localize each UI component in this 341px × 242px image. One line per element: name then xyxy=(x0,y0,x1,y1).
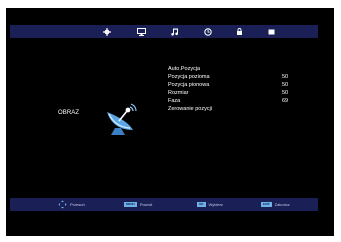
menu-item-label: Rozmiar xyxy=(168,90,189,96)
key-hint-bar: Przesuń MENU Powrót OK Wybierz EXIT Zako… xyxy=(10,198,318,211)
menu-item-vertical-position[interactable]: Pozycja pionowa 50 xyxy=(168,81,298,89)
menu-item-size[interactable]: Rozmiar 50 xyxy=(168,89,298,97)
menu-item-value: 69 xyxy=(282,98,289,104)
hint-exit: EXIT Zakończ xyxy=(261,200,290,209)
lock-icon[interactable] xyxy=(234,27,244,36)
menu-tab-bar xyxy=(10,25,318,38)
menu-item-label: Pozycja pozioma xyxy=(168,74,210,80)
menu-item-label: Pozycja pionowa xyxy=(168,82,210,88)
settings-menu: Auto.Pozycja Pozycja pozioma 50 Pozycja … xyxy=(168,65,298,113)
satellite-dish-icon xyxy=(103,100,139,136)
monitor-icon[interactable] xyxy=(136,27,146,36)
music-note-icon[interactable] xyxy=(170,27,180,36)
menu-item-reset-position[interactable]: Zerowanie pozycji xyxy=(168,105,298,113)
exit-key: EXIT xyxy=(261,202,272,207)
hint-label: Zakończ xyxy=(274,202,290,207)
menu-item-auto-position[interactable]: Auto.Pozycja xyxy=(168,65,298,73)
arrows-icon xyxy=(58,200,67,209)
hint-label: Wybierz xyxy=(208,202,223,207)
menu-item-value: 50 xyxy=(282,74,289,80)
hint-back: MENU Powrót xyxy=(124,200,152,209)
clock-icon[interactable] xyxy=(203,27,213,36)
menu-item-horizontal-position[interactable]: Pozycja pozioma 50 xyxy=(168,73,298,81)
menu-item-label: Auto.Pozycja xyxy=(168,66,201,72)
menu-item-label: Zerowanie pozycji xyxy=(168,106,213,112)
menu-key: MENU xyxy=(124,202,137,207)
ok-key: OK xyxy=(197,202,206,207)
section-title: OBRAZ xyxy=(58,110,80,116)
hint-label: Powrót xyxy=(139,202,153,207)
hint-move: Przesuń xyxy=(58,200,85,209)
menu-item-value: 50 xyxy=(282,90,289,96)
menu-item-phase[interactable]: Faza 69 xyxy=(168,97,298,105)
menu-item-label: Faza xyxy=(168,98,181,104)
menu-item-value: 50 xyxy=(282,82,289,88)
gear-icon[interactable] xyxy=(102,27,112,36)
hint-select: OK Wybierz xyxy=(197,200,223,209)
hint-label: Przesuń xyxy=(70,202,85,207)
box-icon[interactable] xyxy=(266,27,276,36)
